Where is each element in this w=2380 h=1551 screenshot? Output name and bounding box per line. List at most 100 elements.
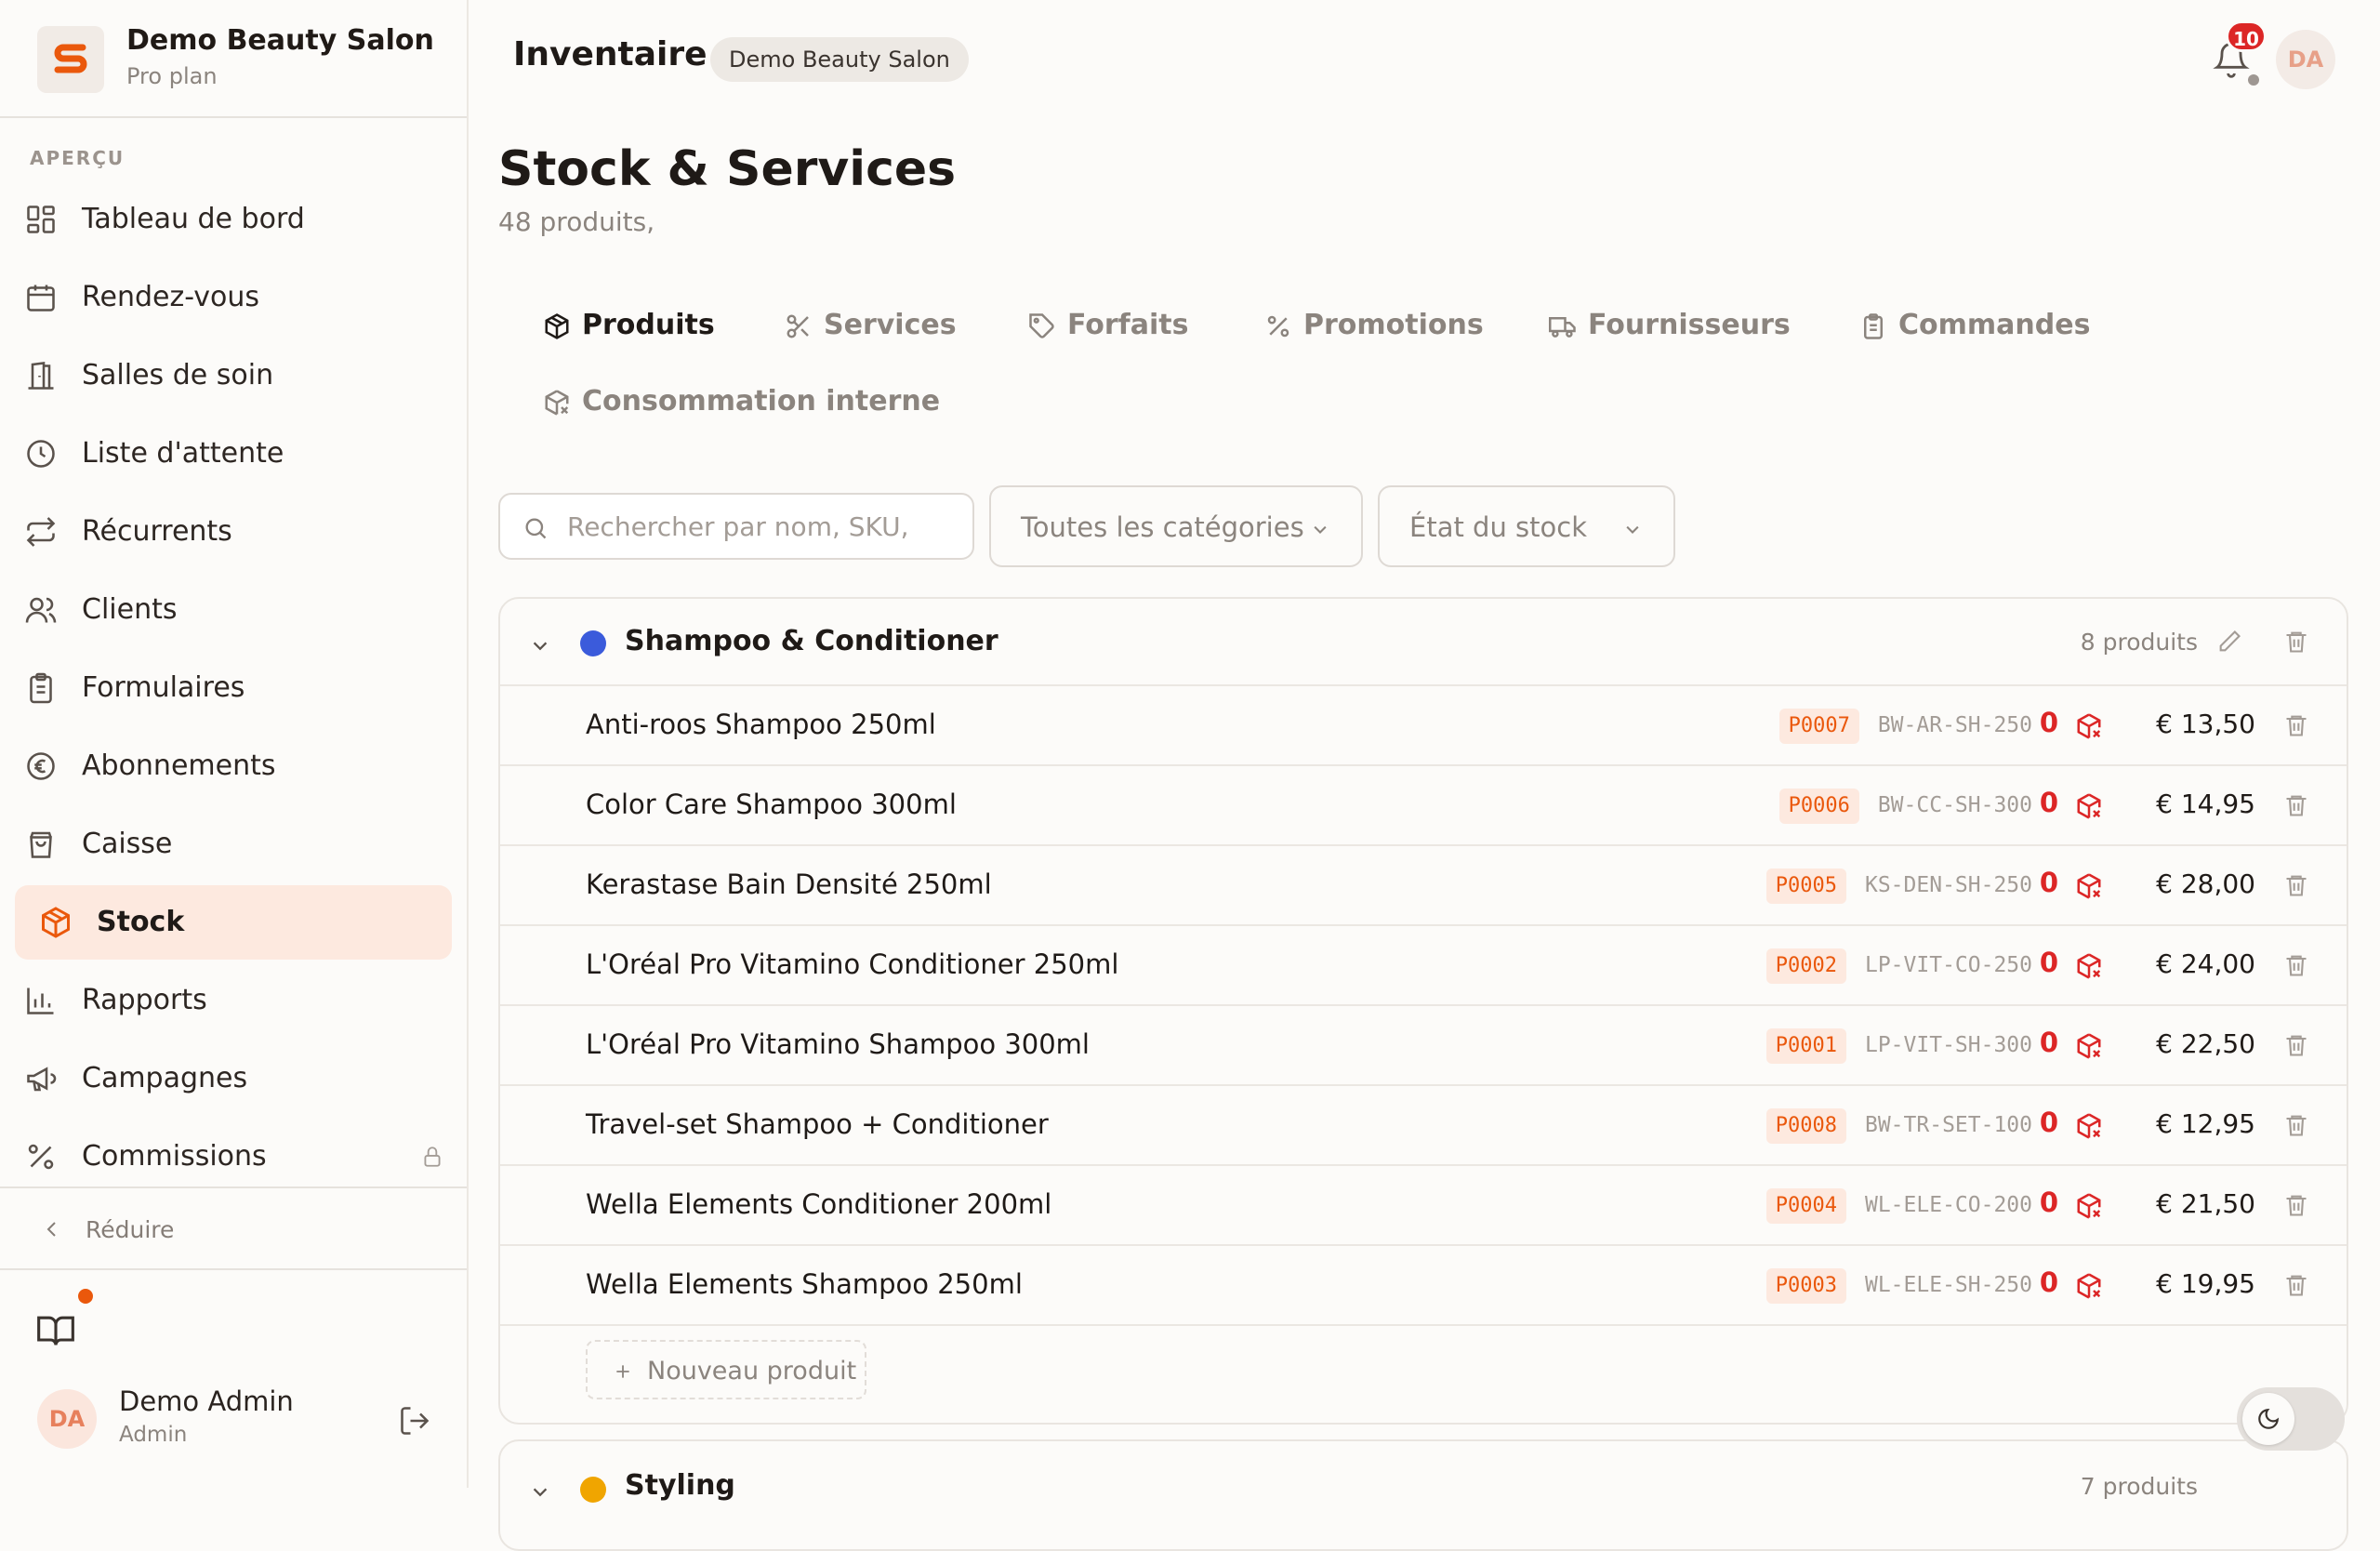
sidebar-item-clients[interactable]: Clients xyxy=(15,573,452,647)
sidebar-item-label: Liste d'attente xyxy=(82,437,284,470)
users-icon xyxy=(25,597,57,623)
new-product-button[interactable]: Nouveau produit xyxy=(586,1340,866,1399)
header-avatar[interactable]: DA xyxy=(2276,30,2335,89)
product-code-badge: P0002 xyxy=(1765,948,1846,984)
package-x-icon[interactable] xyxy=(2075,792,2103,820)
tag-icon xyxy=(1029,313,1054,338)
sidebar-item-waitlist[interactable]: Liste d'attente xyxy=(15,417,452,491)
pencil-icon[interactable] xyxy=(2216,629,2242,655)
trash-icon[interactable] xyxy=(2283,1112,2309,1138)
header-title: Inventaire xyxy=(513,35,707,73)
category-header[interactable]: Shampoo & Conditioner 8 produits xyxy=(500,599,2347,686)
sidebar-item-commissions[interactable]: Commissions xyxy=(15,1120,452,1194)
sidebar-item-label: Commissions xyxy=(82,1140,267,1173)
page-title: Stock & Services xyxy=(498,141,957,197)
stock-quantity: 0 xyxy=(2039,1266,2058,1298)
product-row[interactable]: Wella Elements Shampoo 250ml P0003 WL-ELE-… xyxy=(500,1246,2347,1326)
stock-quantity: 0 xyxy=(2039,947,2058,978)
sidebar-item-label: Récurrents xyxy=(82,515,232,548)
sidebar-item-label: Stock xyxy=(97,906,185,938)
product-code-badge: P0006 xyxy=(1778,789,1859,824)
product-row[interactable]: Wella Elements Conditioner 200ml P0004 WL-… xyxy=(500,1166,2347,1246)
theme-toggle[interactable] xyxy=(2237,1387,2345,1451)
search-icon xyxy=(525,518,547,539)
trash-icon[interactable] xyxy=(2283,872,2309,898)
theme-toggle-knob xyxy=(2242,1393,2294,1445)
book-icon[interactable] xyxy=(35,1309,76,1350)
stock-quantity: 0 xyxy=(2039,867,2058,898)
tab-label: Consommation interne xyxy=(582,385,941,418)
package-icon xyxy=(545,313,569,339)
sidebar-item-label: Campagnes xyxy=(82,1062,248,1094)
product-code-badge: P0004 xyxy=(1765,1188,1846,1224)
package-x-icon[interactable] xyxy=(2075,1032,2103,1060)
sidebar-item-label: Rapports xyxy=(82,984,207,1016)
trash-icon[interactable] xyxy=(2283,1192,2309,1218)
logout-icon[interactable] xyxy=(398,1404,431,1438)
product-sku: BW-TR-SET-100 xyxy=(1864,1113,2032,1137)
category-count: 8 produits xyxy=(2080,629,2198,656)
package-x-icon[interactable] xyxy=(2075,872,2103,900)
category-select[interactable]: Toutes les catégories xyxy=(989,485,1363,567)
product-sku: KS-DEN-SH-250 xyxy=(1864,873,2032,897)
product-code-badge: P0007 xyxy=(1778,709,1859,744)
product-row[interactable]: Color Care Shampoo 300ml P0006 BW-CC-SH-30… xyxy=(500,766,2347,846)
product-row[interactable]: Anti-roos Shampoo 250ml P0007 BW-AR-SH-250… xyxy=(500,686,2347,766)
package-x-icon[interactable] xyxy=(2075,1192,2103,1220)
stock-quantity: 0 xyxy=(2039,1027,2058,1058)
notification-badge: 10 xyxy=(2226,20,2267,52)
chevron-down-icon[interactable] xyxy=(530,1482,550,1503)
sidebar-item-subscriptions[interactable]: Abonnements xyxy=(15,729,452,803)
brand-name: Demo Beauty Salon xyxy=(126,24,434,57)
trash-icon[interactable] xyxy=(2283,1032,2309,1058)
sidebar-item-appointments[interactable]: Rendez-vous xyxy=(15,260,452,335)
sidebar-item-dashboard[interactable]: Tableau de bord xyxy=(15,182,452,257)
stock-state-select[interactable]: État du stock xyxy=(1378,485,1675,567)
sidebar-item-recurring[interactable]: Récurrents xyxy=(15,495,452,569)
chevron-down-icon[interactable] xyxy=(530,636,550,656)
sidebar-item-campaigns[interactable]: Campagnes xyxy=(15,1041,452,1116)
user-avatar[interactable]: DA xyxy=(37,1389,97,1449)
sidebar-item-reports[interactable]: Rapports xyxy=(15,963,452,1038)
product-code-badge: P0005 xyxy=(1765,868,1846,904)
trash-icon[interactable] xyxy=(2283,792,2309,818)
package-x-icon[interactable] xyxy=(2075,952,2103,980)
euro-icon xyxy=(27,752,55,780)
product-name: Wella Elements Conditioner 200ml xyxy=(586,1188,1052,1220)
sidebar-item-forms[interactable]: Formulaires xyxy=(15,651,452,725)
bar-chart-icon xyxy=(27,988,54,1014)
sidebar-item-checkout[interactable]: Caisse xyxy=(15,807,452,882)
shopping-bag-icon xyxy=(30,831,52,858)
package-x-icon[interactable] xyxy=(2075,1272,2103,1300)
product-price: € 24,00 xyxy=(2156,948,2255,979)
product-row[interactable]: Kerastase Bain Densité 250ml P0005 KS-DEN-… xyxy=(500,846,2347,926)
trash-icon[interactable] xyxy=(2283,629,2309,655)
category-name: Styling xyxy=(625,1469,735,1502)
sidebar-item-rooms[interactable]: Salles de soin xyxy=(15,338,452,413)
product-row[interactable]: L'Oréal Pro Vitamino Shampoo 300ml P0001 L… xyxy=(500,1006,2347,1086)
trash-icon[interactable] xyxy=(2283,712,2309,738)
product-row[interactable]: Travel-set Shampoo + Conditioner P0008 BW-… xyxy=(500,1086,2347,1166)
trash-icon[interactable] xyxy=(2283,952,2309,978)
brand-header[interactable]: Demo Beauty Salon Pro plan xyxy=(0,0,467,118)
chevron-down-icon xyxy=(1626,525,1639,534)
clipboard-icon xyxy=(30,672,52,704)
category-count: 7 produits xyxy=(2080,1473,2198,1500)
search-input[interactable] xyxy=(565,508,956,545)
collapse-sidebar-button[interactable]: Réduire xyxy=(0,1186,467,1270)
collapse-label: Réduire xyxy=(86,1216,175,1243)
clock-icon xyxy=(27,440,55,468)
package-icon xyxy=(42,907,70,938)
product-code-badge: P0008 xyxy=(1765,1108,1846,1144)
product-row[interactable]: L'Oréal Pro Vitamino Conditioner 250ml P0… xyxy=(500,926,2347,1006)
truck-icon xyxy=(1549,317,1576,338)
trash-icon[interactable] xyxy=(2283,1272,2309,1298)
sidebar-item-stock[interactable]: Stock xyxy=(15,885,452,960)
package-x-icon[interactable] xyxy=(2075,712,2103,740)
product-sku: WL-ELE-CO-200 xyxy=(1864,1193,2032,1217)
product-sku: BW-AR-SH-250 xyxy=(1877,713,2032,737)
tab-label: Produits xyxy=(582,309,715,341)
product-price: € 22,50 xyxy=(2156,1028,2255,1059)
sidebar-item-label: Rendez-vous xyxy=(82,281,259,313)
package-x-icon[interactable] xyxy=(2075,1112,2103,1140)
